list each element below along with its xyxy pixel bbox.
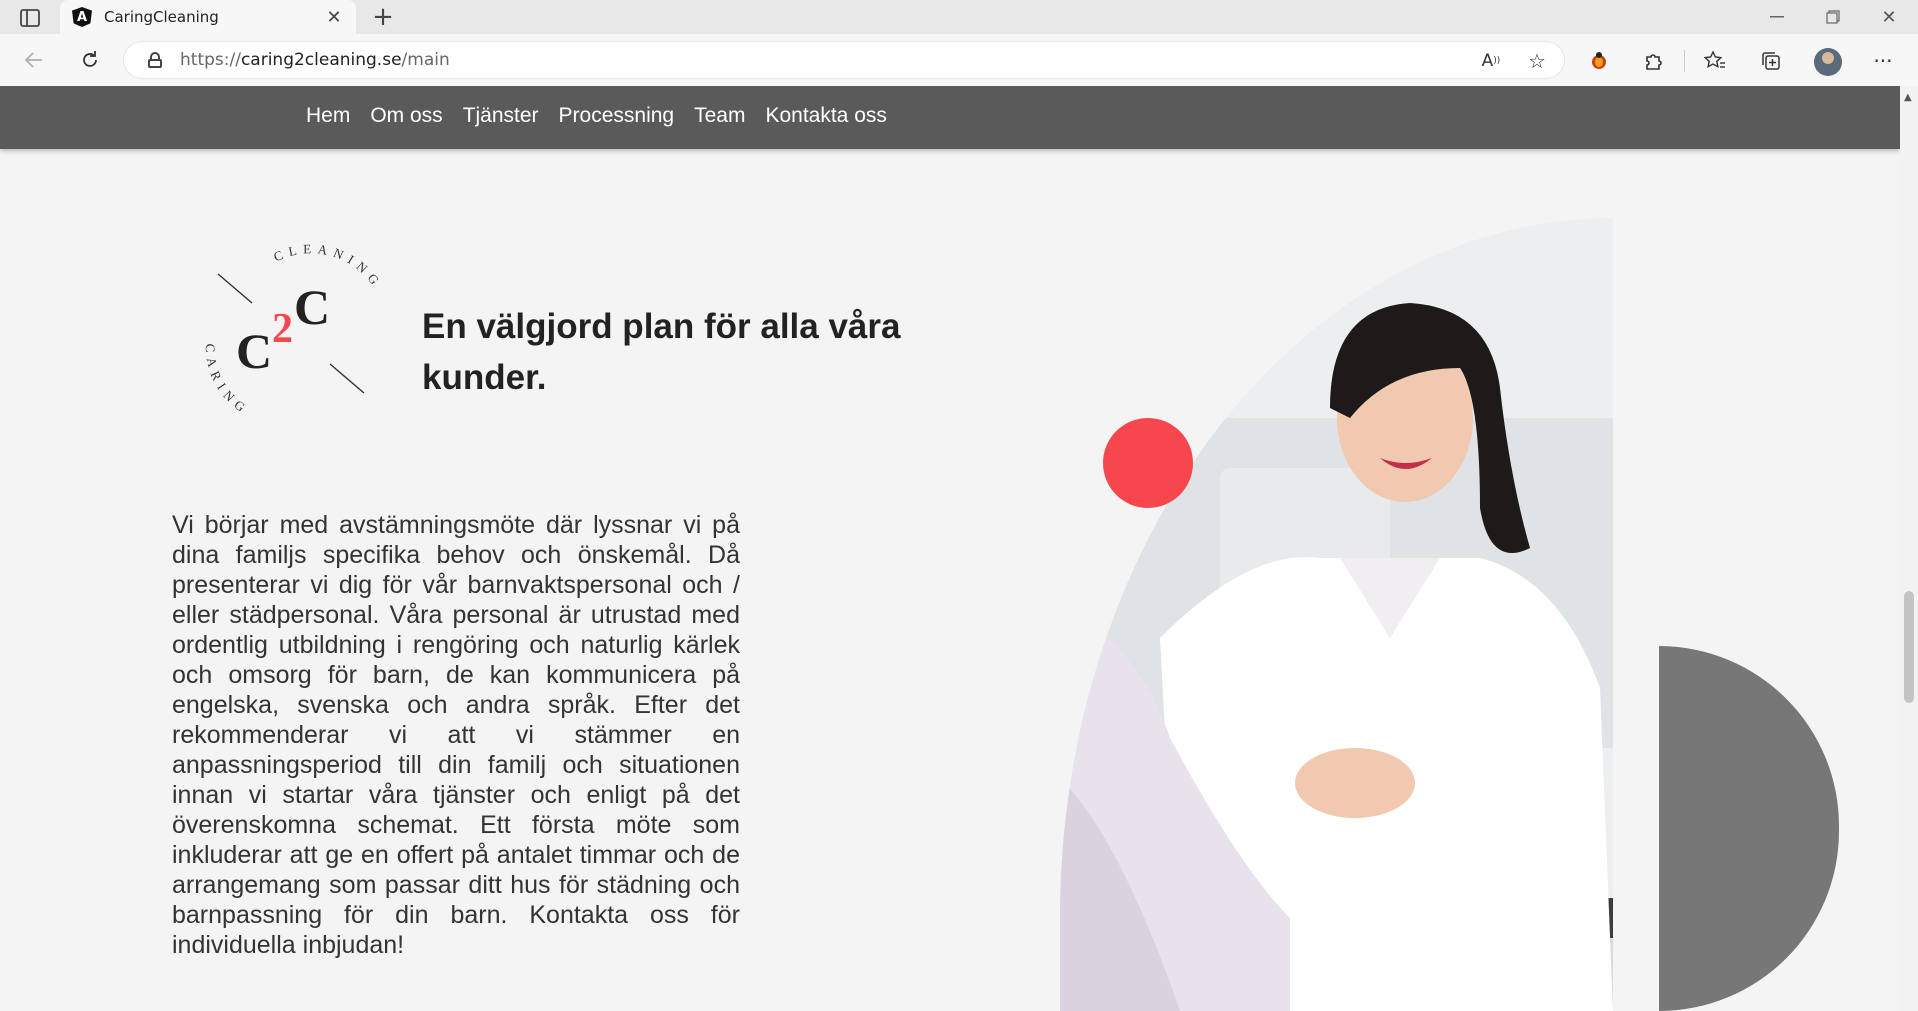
heading-line-2: kunder. bbox=[422, 358, 547, 397]
caring2cleaning-logo: CLEANING CARING C 2 C bbox=[203, 241, 380, 418]
nav-item-tjanster[interactable]: Tjänster bbox=[463, 104, 539, 128]
lock-icon[interactable] bbox=[148, 52, 162, 68]
minimize-icon[interactable] bbox=[1754, 2, 1800, 32]
logo-slash-top bbox=[217, 273, 253, 304]
decor-red-circle bbox=[1103, 418, 1193, 508]
logo-numeral-2: 2 bbox=[272, 306, 293, 352]
tab-title: CaringCleaning bbox=[104, 8, 219, 26]
toolbar-separator bbox=[1684, 50, 1685, 72]
decor-gray-half-circle bbox=[1659, 646, 1839, 1011]
heading-line-1: En välgjord plan för alla våra bbox=[422, 307, 901, 346]
address-bar-row: https://caring2cleaning.se/main A)) ☆ ··… bbox=[0, 34, 1918, 86]
logo-letter-c-right: C bbox=[294, 279, 330, 335]
nav-item-processning[interactable]: Processning bbox=[559, 104, 675, 128]
collections-icon[interactable] bbox=[1758, 48, 1784, 74]
close-icon[interactable]: ✕ bbox=[324, 7, 344, 28]
window-close-icon[interactable]: ✕ bbox=[1866, 2, 1912, 32]
url-text: https://caring2cleaning.se/main bbox=[180, 50, 450, 70]
page-viewport: Hem Om oss Tjänster Processning Team Kon… bbox=[0, 86, 1918, 1011]
tab-actions-icon[interactable] bbox=[14, 6, 46, 30]
favorites-icon[interactable] bbox=[1702, 48, 1728, 74]
nav-item-team[interactable]: Team bbox=[694, 104, 745, 128]
back-arrow-icon[interactable] bbox=[18, 44, 50, 76]
nav-item-kontakta-oss[interactable]: Kontakta oss bbox=[765, 104, 886, 128]
nav-links: Hem Om oss Tjänster Processning Team Kon… bbox=[306, 104, 887, 128]
reload-icon[interactable] bbox=[74, 44, 106, 76]
browser-tabbar: A CaringCleaning ✕ + ✕ bbox=[0, 0, 1918, 34]
star-plus-icon[interactable]: ☆ bbox=[1524, 48, 1550, 74]
url-input[interactable]: https://caring2cleaning.se/main bbox=[124, 42, 1564, 78]
hero-photo bbox=[1060, 218, 1613, 1011]
body-paragraph: Vi börjar med avstämningsmöte där lyssna… bbox=[172, 511, 740, 959]
profile-avatar[interactable] bbox=[1814, 48, 1842, 76]
restore-icon[interactable] bbox=[1810, 2, 1856, 32]
puzzle-icon[interactable] bbox=[1640, 48, 1666, 74]
extension-bug-icon[interactable] bbox=[1586, 48, 1612, 74]
page-heading: En välgjord plan för alla våra kunder. bbox=[422, 301, 982, 403]
more-icon[interactable]: ··· bbox=[1870, 48, 1896, 74]
site-navbar: Hem Om oss Tjänster Processning Team Kon… bbox=[0, 86, 1900, 149]
nav-item-om-oss[interactable]: Om oss bbox=[370, 104, 442, 128]
read-aloud-icon[interactable]: A)) bbox=[1478, 48, 1504, 74]
logo-slash-bottom bbox=[329, 363, 365, 394]
plus-icon[interactable]: + bbox=[368, 2, 398, 32]
hero-photo-illustration bbox=[1060, 218, 1613, 1011]
nav-item-hem[interactable]: Hem bbox=[306, 104, 350, 128]
scroll-thumb[interactable] bbox=[1904, 591, 1914, 703]
scroll-up-arrow-icon[interactable]: ▲ bbox=[1904, 92, 1912, 103]
angular-favicon-icon: A bbox=[72, 7, 92, 27]
logo-letter-c-left: C bbox=[236, 323, 272, 379]
page-scrollbar[interactable]: ▲ bbox=[1900, 86, 1918, 1011]
browser-tab[interactable]: A CaringCleaning ✕ bbox=[60, 0, 356, 34]
